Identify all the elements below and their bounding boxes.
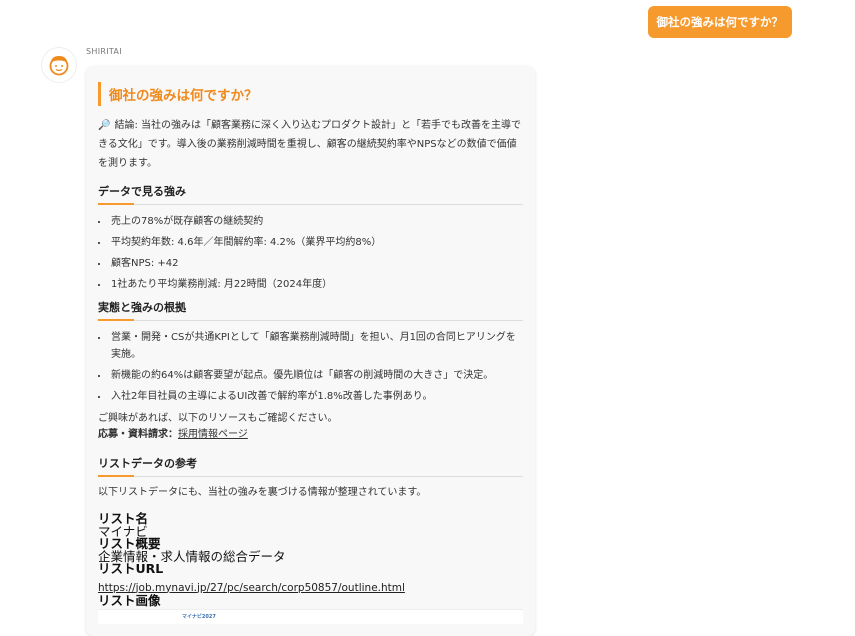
list-url-label: リストURL — [98, 561, 164, 576]
list-item: 入社2年目社員の主導によるUI改善で解約率が1.8%改善した事例あり。 — [98, 388, 523, 405]
answer-title: 御社の強みは何ですか？ — [98, 82, 523, 106]
list-item: 新機能の約64%は顧客要望が起点。優先順位は「顧客の削減時間の大きさ」で決定。 — [98, 367, 523, 384]
lead-text: 結論: 当社の強みは「顧客業務に深く入り込むプロダクト設計」と「若手でも改善を主… — [98, 120, 522, 169]
list-data-block: リスト名 マイナビ リスト概要 企業情報・求人情報の総合データ リストURL h… — [98, 511, 523, 624]
recruit-page-link[interactable]: 採用情報ページ — [178, 429, 248, 440]
list-image-label: リスト画像 — [98, 592, 161, 608]
section-evidence-title: 実態と強みの根拠 — [98, 299, 523, 321]
list-item: 売上の78%が既存顧客の継続契約 — [98, 213, 523, 230]
lead-paragraph: 🔎 結論: 当社の強みは「顧客業務に深く入り込むプロダクト設計」と「若手でも改善を… — [98, 116, 523, 173]
list-item: 営業・開発・CSが共通KPIとして「顧客業務削減時間」を担い、月1回の合同ヒアリ… — [98, 329, 523, 363]
list-name-label: リスト名 — [98, 511, 149, 526]
bot-avatar — [42, 48, 76, 82]
strengths-data-list: 売上の78%が既存顧客の継続契約 平均契約年数: 4.6年／年間解約率: 4.2… — [98, 213, 523, 293]
list-item: 顧客NPS: +42 — [98, 255, 523, 272]
section-list-data-title: リストデータの参考 — [98, 455, 523, 477]
list-name-value: マイナビ — [98, 523, 148, 539]
bot-face-icon — [49, 56, 69, 76]
list-item: 1社あたり平均業務削減: 月22時間（2024年度） — [98, 276, 523, 293]
resources-text: ご興味があれば、以下のリソースもご確認ください。 — [98, 413, 338, 424]
section-strengths-data-title: データで見る強み — [98, 183, 523, 205]
evidence-list: 営業・開発・CSが共通KPIとして「顧客業務削減時間」を担い、月1回の合同ヒアリ… — [98, 329, 523, 405]
apply-line: 応募・資料請求：採用情報ページ — [98, 427, 523, 443]
list-data-text: 以下リストデータにも、当社の強みを裏づける情報が整理されています。 — [98, 487, 427, 498]
bot-name: SHIRITAI — [86, 47, 122, 56]
list-image-thumbnail: マイナビ2027 — [98, 609, 523, 624]
apply-label: 応募・資料請求： — [98, 429, 178, 440]
answer-card: 御社の強みは何ですか？ 🔎 結論: 当社の強みは「顧客業務に深く入り込むプロダクト… — [86, 66, 535, 636]
magnifier-icon: 🔎 — [98, 120, 111, 131]
list-url-link[interactable]: https://job.mynavi.jp/27/pc/search/corp5… — [98, 582, 405, 594]
list-item: 平均契約年数: 4.6年／年間解約率: 4.2%（業界平均約8%） — [98, 234, 523, 251]
user-message-bubble: 御社の強みは何ですか？ — [647, 6, 792, 38]
list-image-logo-text: マイナビ2027 — [182, 614, 216, 620]
